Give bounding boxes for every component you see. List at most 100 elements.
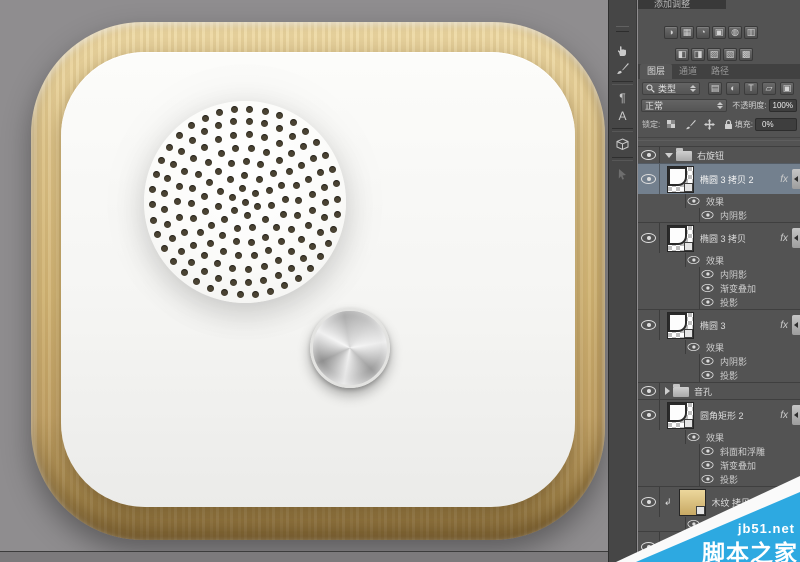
layer-thumbnail[interactable]: [667, 166, 694, 193]
effect-row[interactable]: 效果: [638, 430, 800, 444]
photo-filter-icon[interactable]: ▨: [707, 48, 721, 61]
effect-row[interactable]: 效果: [638, 253, 800, 267]
tab-channels[interactable]: 通道: [672, 64, 704, 79]
effect-eye-icon[interactable]: [702, 270, 714, 278]
effect-row[interactable]: 内阴影: [638, 354, 800, 368]
smart-object-filter-icon[interactable]: ▣: [780, 82, 794, 95]
visibility-eye-icon[interactable]: [641, 320, 656, 330]
fx-icon[interactable]: fx: [780, 410, 789, 421]
fx-collapse-button[interactable]: [792, 228, 800, 248]
effect-eye-icon[interactable]: [702, 447, 714, 455]
collapse-caret-icon[interactable]: [665, 153, 673, 158]
pixel-filter-icon[interactable]: ▤: [708, 82, 722, 95]
effect-eye-icon[interactable]: [702, 298, 714, 306]
3d-panel-icon[interactable]: [609, 136, 636, 153]
character-panel-icon[interactable]: A: [609, 107, 636, 124]
layer-thumbnail[interactable]: [667, 312, 694, 339]
speaker-face: [61, 52, 575, 507]
effect-row[interactable]: 内阴影: [638, 267, 800, 281]
lock-all-icon[interactable]: [722, 118, 734, 130]
fx-collapse-button[interactable]: [792, 169, 800, 189]
tab-paths[interactable]: 路径: [704, 64, 736, 79]
fx-collapse-button[interactable]: [792, 405, 800, 425]
layer-row[interactable]: 圆角矩形 2fx: [638, 399, 800, 430]
effect-eye-icon[interactable]: [702, 211, 714, 219]
black-white-icon[interactable]: ◨: [691, 48, 705, 61]
layer-thumbnail[interactable]: [667, 402, 694, 429]
hue-saturation-icon[interactable]: ▥: [744, 26, 758, 39]
effect-eye-icon[interactable]: [702, 284, 714, 292]
effect-eye-icon[interactable]: [688, 343, 700, 351]
grille-dot: [164, 221, 171, 228]
color-balance-icon[interactable]: ◧: [675, 48, 689, 61]
effect-row[interactable]: 渐变叠加: [638, 458, 800, 472]
channel-mixer-icon[interactable]: ▧: [723, 48, 737, 61]
lock-pixels-icon[interactable]: [684, 118, 696, 130]
grille-dot: [201, 128, 208, 135]
levels-icon[interactable]: ▦: [680, 26, 694, 39]
shape-filter-icon[interactable]: ▱: [762, 82, 776, 95]
effect-row[interactable]: 斜面和浮雕: [638, 444, 800, 458]
effect-eye-icon[interactable]: [702, 371, 714, 379]
brightness-contrast-icon[interactable]: ◑: [664, 26, 678, 39]
grille-dot: [149, 201, 156, 208]
effect-eye-icon[interactable]: [702, 461, 714, 469]
effect-row[interactable]: 投影: [638, 368, 800, 382]
fx-icon[interactable]: fx: [780, 320, 789, 331]
group-row[interactable]: 右旋钮: [638, 146, 800, 163]
effect-row[interactable]: 内阴影: [638, 208, 800, 222]
color-lookup-icon[interactable]: ▩: [739, 48, 753, 61]
effect-name: 投影: [720, 296, 738, 309]
paragraph-panel-icon[interactable]: ¶: [609, 89, 636, 106]
grille-dot: [221, 289, 228, 296]
grille-dot: [325, 240, 332, 247]
curves-icon[interactable]: ◔: [696, 26, 710, 39]
opacity-input[interactable]: 100%: [769, 99, 797, 112]
fill-input[interactable]: 0%: [755, 118, 797, 131]
lock-transparency-icon[interactable]: [665, 118, 677, 130]
group-row[interactable]: 音孔: [638, 382, 800, 399]
adjustment-filter-icon[interactable]: ◐: [726, 82, 740, 95]
fx-icon[interactable]: fx: [780, 233, 789, 244]
effect-eye-icon[interactable]: [702, 357, 714, 365]
effect-row[interactable]: 效果: [638, 340, 800, 354]
fx-icon[interactable]: fx: [780, 174, 789, 185]
blend-mode-dropdown[interactable]: 正常: [641, 99, 727, 112]
photoshop-window: ¶A 添加调整 ◑▦◔▣◍▥ ◧◨▨▧▩ 图层 通道 路径 类型 ▤◐T▱▣: [0, 0, 800, 562]
panel-grip-handle[interactable]: [616, 26, 629, 32]
document-canvas[interactable]: [0, 0, 608, 562]
grille-dot: [310, 155, 317, 162]
effect-row[interactable]: 效果: [638, 194, 800, 208]
visibility-eye-icon[interactable]: [641, 150, 656, 160]
vibrance-icon[interactable]: ◍: [728, 26, 742, 39]
fx-collapse-button[interactable]: [792, 315, 800, 335]
visibility-eye-icon[interactable]: [641, 233, 656, 243]
visibility-eye-icon[interactable]: [641, 174, 656, 184]
type-filter-icon[interactable]: T: [744, 82, 758, 95]
grille-dot: [201, 252, 208, 259]
effect-eye-icon[interactable]: [688, 256, 700, 264]
expand-caret-icon[interactable]: [665, 387, 670, 395]
grille-dot: [275, 272, 282, 279]
watermark: jb51.net 脚本之家: [600, 472, 800, 562]
effect-eye-icon[interactable]: [688, 433, 700, 441]
effect-eye-icon[interactable]: [688, 197, 700, 205]
tab-layers[interactable]: 图层: [640, 64, 672, 79]
exposure-icon[interactable]: ▣: [712, 26, 726, 39]
properties-panel-icon[interactable]: [609, 165, 636, 182]
layer-row[interactable]: 椭圆 3 拷贝 2fx: [638, 163, 800, 194]
effect-row[interactable]: 渐变叠加: [638, 281, 800, 295]
visibility-eye-icon[interactable]: [641, 410, 656, 420]
filter-kind-dropdown[interactable]: 类型: [642, 82, 700, 95]
hand-panel-icon[interactable]: [609, 42, 636, 59]
brush-panel-icon[interactable]: [609, 60, 636, 77]
layer-row[interactable]: 椭圆 3 拷贝fx: [638, 222, 800, 253]
adjustments-panel-tab[interactable]: 添加调整: [638, 0, 726, 9]
layer-thumbnail[interactable]: [667, 225, 694, 252]
metal-knob: [310, 308, 390, 388]
lock-position-icon[interactable]: [703, 118, 715, 130]
fill-label: 填充:: [735, 119, 753, 130]
visibility-eye-icon[interactable]: [641, 386, 656, 396]
layer-row[interactable]: 椭圆 3fx: [638, 309, 800, 340]
effect-row[interactable]: 投影: [638, 295, 800, 309]
